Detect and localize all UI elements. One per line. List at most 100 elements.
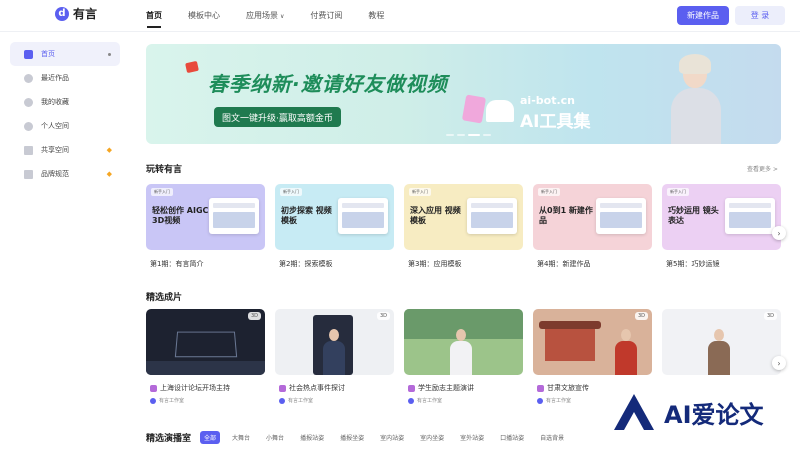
card-label: 第2期：探索模板 — [279, 260, 333, 268]
card-author: 有言工作室 — [417, 398, 443, 404]
card-thumbnail: 3D — [662, 309, 781, 375]
sidebar-item-brand[interactable]: 品牌规范 ◆ — [10, 162, 120, 186]
card-thumb-title: 从0到1 新建作品 — [539, 206, 593, 225]
tutorial-card[interactable]: 新手入门 轻松创作 AIGC 3D视频 第1期：有言简介 — [146, 184, 265, 269]
card-label: 学生励志主题演讲 — [418, 384, 474, 392]
tutorial-card[interactable]: 新手入门 从0到1 新建作品 第4期：新建作品 — [533, 184, 652, 269]
author-avatar — [537, 397, 543, 404]
card-thumb-title: 巧妙运用 镜头表达 — [668, 206, 719, 225]
banner-avatar-figure — [661, 48, 731, 144]
card-label: 上海设计论坛开场主持 — [160, 384, 230, 392]
card-thumb-title: 初步探索 视频模板 — [281, 206, 332, 225]
card-label: 甘肃文旅宣传 — [547, 384, 589, 392]
logo-text: 有言 — [73, 7, 98, 21]
tutorial-card[interactable]: 新手入门 巧妙运用 镜头表达 第5期：巧妙运镜 — [662, 184, 781, 269]
video-tag-icon — [537, 384, 544, 392]
card-badge: 新手入门 — [409, 188, 431, 196]
card-label: 第5期：巧妙运镜 — [666, 260, 720, 268]
filter-small-stage[interactable]: 小舞台 — [266, 433, 284, 442]
featured-row: 3D 上海设计论坛开场主持 有言工作室 3D 社会热点事件探讨 有言工作室 3D… — [146, 309, 781, 404]
card-thumbnail: 3D — [275, 309, 394, 375]
card-thumbnail: 新手入门 深入应用 视频模板 — [404, 184, 523, 250]
card-label: 第3期：应用模板 — [408, 260, 462, 268]
envelope-icon — [185, 60, 199, 74]
card-thumbnail: 新手入门 轻松创作 AIGC 3D视频 — [146, 184, 265, 250]
badge-3d: 3D — [376, 312, 390, 320]
card-thumbnail: 3D — [404, 309, 523, 375]
card-thumbnail: 新手入门 从0到1 新建作品 — [533, 184, 652, 250]
sidebar-item-label: 我的收藏 — [41, 98, 69, 106]
promo-banner[interactable]: 春季纳新·邀请好友做视频 图文一键升级·赢取高额金币 ai-bot.cn AI工… — [146, 44, 781, 144]
tutorial-card[interactable]: 新手入门 初步探索 视频模板 第2期：探索模板 — [275, 184, 394, 269]
card-thumbnail: 新手入门 初步探索 视频模板 — [275, 184, 394, 250]
home-icon — [24, 49, 33, 59]
chevron-right-icon[interactable]: › — [772, 226, 786, 240]
filter-talk-stand[interactable]: 口播站姿 — [500, 433, 524, 442]
tutorial-row: 新手入门 轻松创作 AIGC 3D视频 第1期：有言简介 新手入门 初步探索 视… — [146, 184, 781, 269]
carousel-dots[interactable] — [446, 134, 491, 136]
video-tag-icon — [408, 384, 415, 392]
banner-brand-name: AI工具集 — [520, 112, 591, 132]
star-icon — [24, 97, 33, 107]
sidebar-item-personal[interactable]: 个人空间 — [10, 114, 120, 138]
card-thumbnail: 新手入门 巧妙运用 镜头表达 — [662, 184, 781, 250]
card-badge: 新手入门 — [667, 188, 689, 196]
card-badge: 新手入门 — [538, 188, 560, 196]
filter-all[interactable]: 全部 — [200, 431, 221, 444]
featured-card[interactable]: 3D — [662, 309, 781, 404]
sidebar-item-favorites[interactable]: 我的收藏 — [10, 90, 120, 114]
card-thumb-title: 深入应用 视频模板 — [410, 206, 461, 225]
card-label: 社会热点事件探讨 — [289, 384, 345, 392]
featured-card[interactable]: 3D 上海设计论坛开场主持 有言工作室 — [146, 309, 265, 404]
banner-card-graphic — [461, 94, 487, 124]
vip-gem-icon: ◆ — [106, 146, 112, 154]
section-title-studio: 精选演播室 — [146, 434, 192, 444]
nav-subscription[interactable]: 付费订阅 — [310, 10, 342, 28]
featured-card[interactable]: 3D 社会热点事件探讨 有言工作室 — [275, 309, 394, 404]
logo[interactable]: d 有言 — [55, 5, 97, 22]
sidebar-item-recent[interactable]: 最近作品 — [10, 66, 120, 90]
card-author: 有言工作室 — [546, 398, 572, 404]
video-tag-icon — [279, 384, 286, 392]
filter-broadcast-stand[interactable]: 播报站姿 — [300, 433, 324, 442]
card-label: 第4期：新建作品 — [537, 260, 591, 268]
chevron-down-icon: ∨ — [280, 13, 285, 20]
card-thumbnail: 3D — [533, 309, 652, 375]
new-work-button[interactable]: 新建作品 — [677, 6, 729, 25]
featured-card[interactable]: 3D 甘肃文旅宣传 有言工作室 — [533, 309, 652, 404]
nav-home[interactable]: 首页 — [146, 10, 162, 28]
author-avatar — [279, 397, 285, 404]
tutorial-card[interactable]: 新手入门 深入应用 视频模板 第3期：应用模板 — [404, 184, 523, 269]
sidebar-item-label: 品牌规范 — [41, 170, 69, 178]
featured-card[interactable]: 3D 学生励志主题演讲 有言工作室 — [404, 309, 523, 404]
sidebar-item-label: 首页 — [41, 50, 55, 58]
section-title-featured: 精选成片 — [146, 293, 183, 303]
card-author: 有言工作室 — [159, 398, 185, 404]
chevron-right-icon[interactable]: › — [772, 356, 786, 370]
clock-icon — [24, 73, 33, 83]
filter-indoor-sit[interactable]: 室内坐姿 — [420, 433, 444, 442]
nav-tutorial[interactable]: 教程 — [368, 10, 384, 28]
logo-icon: d — [55, 6, 69, 21]
filter-custom-bg[interactable]: 自选背景 — [540, 433, 564, 442]
filter-outdoor-stand[interactable]: 室外站姿 — [460, 433, 484, 442]
filter-broadcast-sit[interactable]: 播报坐姿 — [340, 433, 364, 442]
nav-template-center[interactable]: 模板中心 — [188, 10, 220, 28]
sidebar-item-home[interactable]: 首页 — [10, 42, 120, 66]
filter-indoor-stand[interactable]: 室内站姿 — [380, 433, 404, 442]
filter-big-stage[interactable]: 大舞台 — [232, 433, 250, 442]
see-more-link[interactable]: 查看更多 > — [747, 164, 778, 173]
nav-scenarios[interactable]: 应用场景 ∨ — [246, 10, 284, 28]
active-dot — [108, 52, 111, 56]
studio-filter-bar: 精选演播室 全部 大舞台 小舞台 播报站姿 播报坐姿 室内站姿 室内坐姿 室外站… — [146, 431, 580, 444]
login-button[interactable]: 登 录 — [735, 6, 785, 25]
sidebar-item-label: 共享空间 — [41, 146, 69, 154]
main-nav: 首页 模板中心 应用场景 ∨ 付费订阅 教程 — [146, 10, 410, 28]
top-navigation-bar: d 有言 首页 模板中心 应用场景 ∨ 付费订阅 教程 新建作品 登 录 — [0, 0, 800, 32]
badge-3d: 3D — [247, 312, 261, 320]
badge-3d: 3D — [634, 312, 648, 320]
card-author: 有言工作室 — [288, 398, 314, 404]
robot-icon — [486, 100, 514, 122]
banner-brand-url: ai-bot.cn — [520, 94, 575, 107]
sidebar-item-shared[interactable]: 共享空间 ◆ — [10, 138, 120, 162]
